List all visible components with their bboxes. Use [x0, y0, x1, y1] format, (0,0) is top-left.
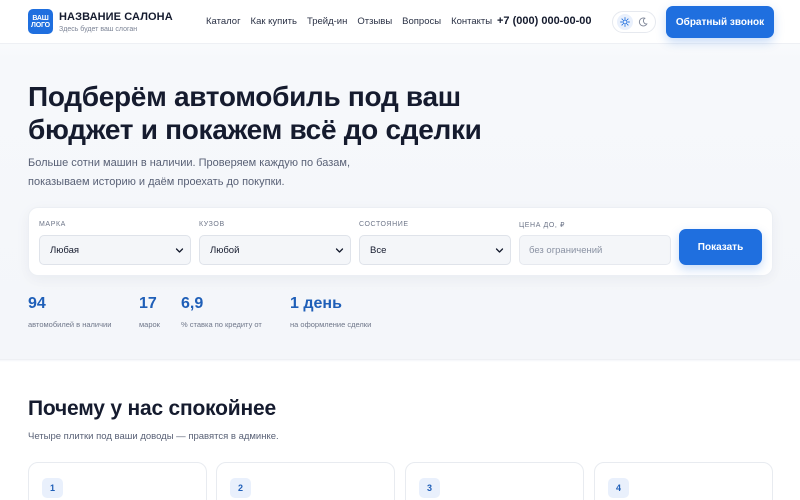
chevron-down-icon [335, 248, 344, 253]
stat-brands-value: 17 [139, 295, 157, 312]
tile-number-badge: 2 [230, 478, 251, 498]
why-section-subtitle: Четыре плитки под ваши доводы — правятся… [28, 431, 279, 442]
body-type-label: КУЗОВ [199, 221, 225, 228]
reason-tile: 1 [28, 462, 207, 500]
stat-cars-label: автомобилей в наличии [28, 320, 112, 329]
chevron-down-icon [495, 248, 504, 253]
hero-title: Подберём автомобиль под ваш бюджет и пок… [28, 80, 548, 146]
theme-light-button[interactable] [617, 14, 633, 30]
hero-subtitle: Больше сотни машин в наличии. Проверяем … [28, 154, 428, 192]
tile-number-badge: 1 [42, 478, 63, 498]
tile-number-badge: 3 [419, 478, 440, 498]
moon-icon [638, 17, 648, 27]
theme-toggle [612, 11, 656, 33]
nav-link-faq[interactable]: Вопросы [402, 16, 441, 28]
callback-button[interactable]: Обратный звонок [666, 6, 774, 38]
phone-number[interactable]: +7 (000) 000-00-00 [497, 15, 591, 27]
stat-deal-label: на оформление сделки [290, 320, 372, 329]
stat-deal-value: 1 день [290, 295, 342, 312]
brand-select-value: Любая [50, 244, 80, 256]
stat-rate-value: 6,9 [181, 295, 204, 312]
hero-title-line-1: Подберём автомобиль под ваш [28, 81, 461, 112]
logo-line-1: ВАШ [32, 14, 49, 22]
reason-tile: 2 [216, 462, 395, 500]
logo-line-2: ЛОГО [31, 21, 50, 29]
condition-label: СОСТОЯНИЕ [359, 221, 409, 228]
hero-subtitle-line-2: показываем историю и даём проехать до по… [28, 176, 285, 188]
section-divider [0, 359, 800, 360]
why-section-title: Почему у нас спокойнее [28, 397, 276, 420]
stat-brands-label: марок [139, 320, 160, 329]
brand-slogan: Здесь будет ваш слоган [59, 26, 138, 33]
theme-dark-button[interactable] [635, 14, 651, 30]
condition-select[interactable]: Все [359, 235, 511, 265]
body-type-select[interactable]: Любой [199, 235, 351, 265]
nav-link-catalog[interactable]: Каталог [206, 16, 241, 28]
brand-name[interactable]: НАЗВАНИЕ САЛОНА [59, 11, 173, 23]
nav-link-reviews[interactable]: Отзывы [357, 16, 392, 28]
car-filter-form: МАРКА Любая КУЗОВ Любой СОСТОЯНИЕ Все ЦЕ… [28, 207, 773, 276]
reason-tile: 4 [594, 462, 773, 500]
tile-number-badge: 4 [608, 478, 629, 498]
logo[interactable]: ВАШ ЛОГО [28, 9, 53, 34]
reason-tile: 3 [405, 462, 584, 500]
nav-link-how-to-buy[interactable]: Как купить [251, 16, 297, 28]
site-header: ВАШ ЛОГО НАЗВАНИЕ САЛОНА Здесь будет ваш… [0, 0, 800, 44]
brand-select[interactable]: Любая [39, 235, 191, 265]
hero-title-line-2: бюджет и покажем всё до сделки [28, 114, 482, 145]
nav-link-trade-in[interactable]: Трейд-ин [307, 16, 347, 28]
chevron-down-icon [175, 248, 184, 253]
sun-icon [620, 17, 630, 27]
max-price-input[interactable] [519, 235, 671, 265]
stat-rate-label: % ставка по кредиту от [181, 320, 262, 329]
hero-subtitle-line-1: Больше сотни машин в наличии. Проверяем … [28, 157, 350, 169]
brand-label: МАРКА [39, 221, 66, 228]
condition-select-value: Все [370, 244, 387, 256]
nav-link-contacts[interactable]: Контакты [451, 16, 492, 28]
price-label: ЦЕНА ДО, ₽ [519, 222, 566, 229]
main-nav: Каталог Как купить Трейд-ин Отзывы Вопро… [206, 16, 492, 28]
body-type-select-value: Любой [210, 244, 240, 256]
show-results-button[interactable]: Показать [679, 229, 762, 265]
stat-cars-value: 94 [28, 295, 46, 312]
